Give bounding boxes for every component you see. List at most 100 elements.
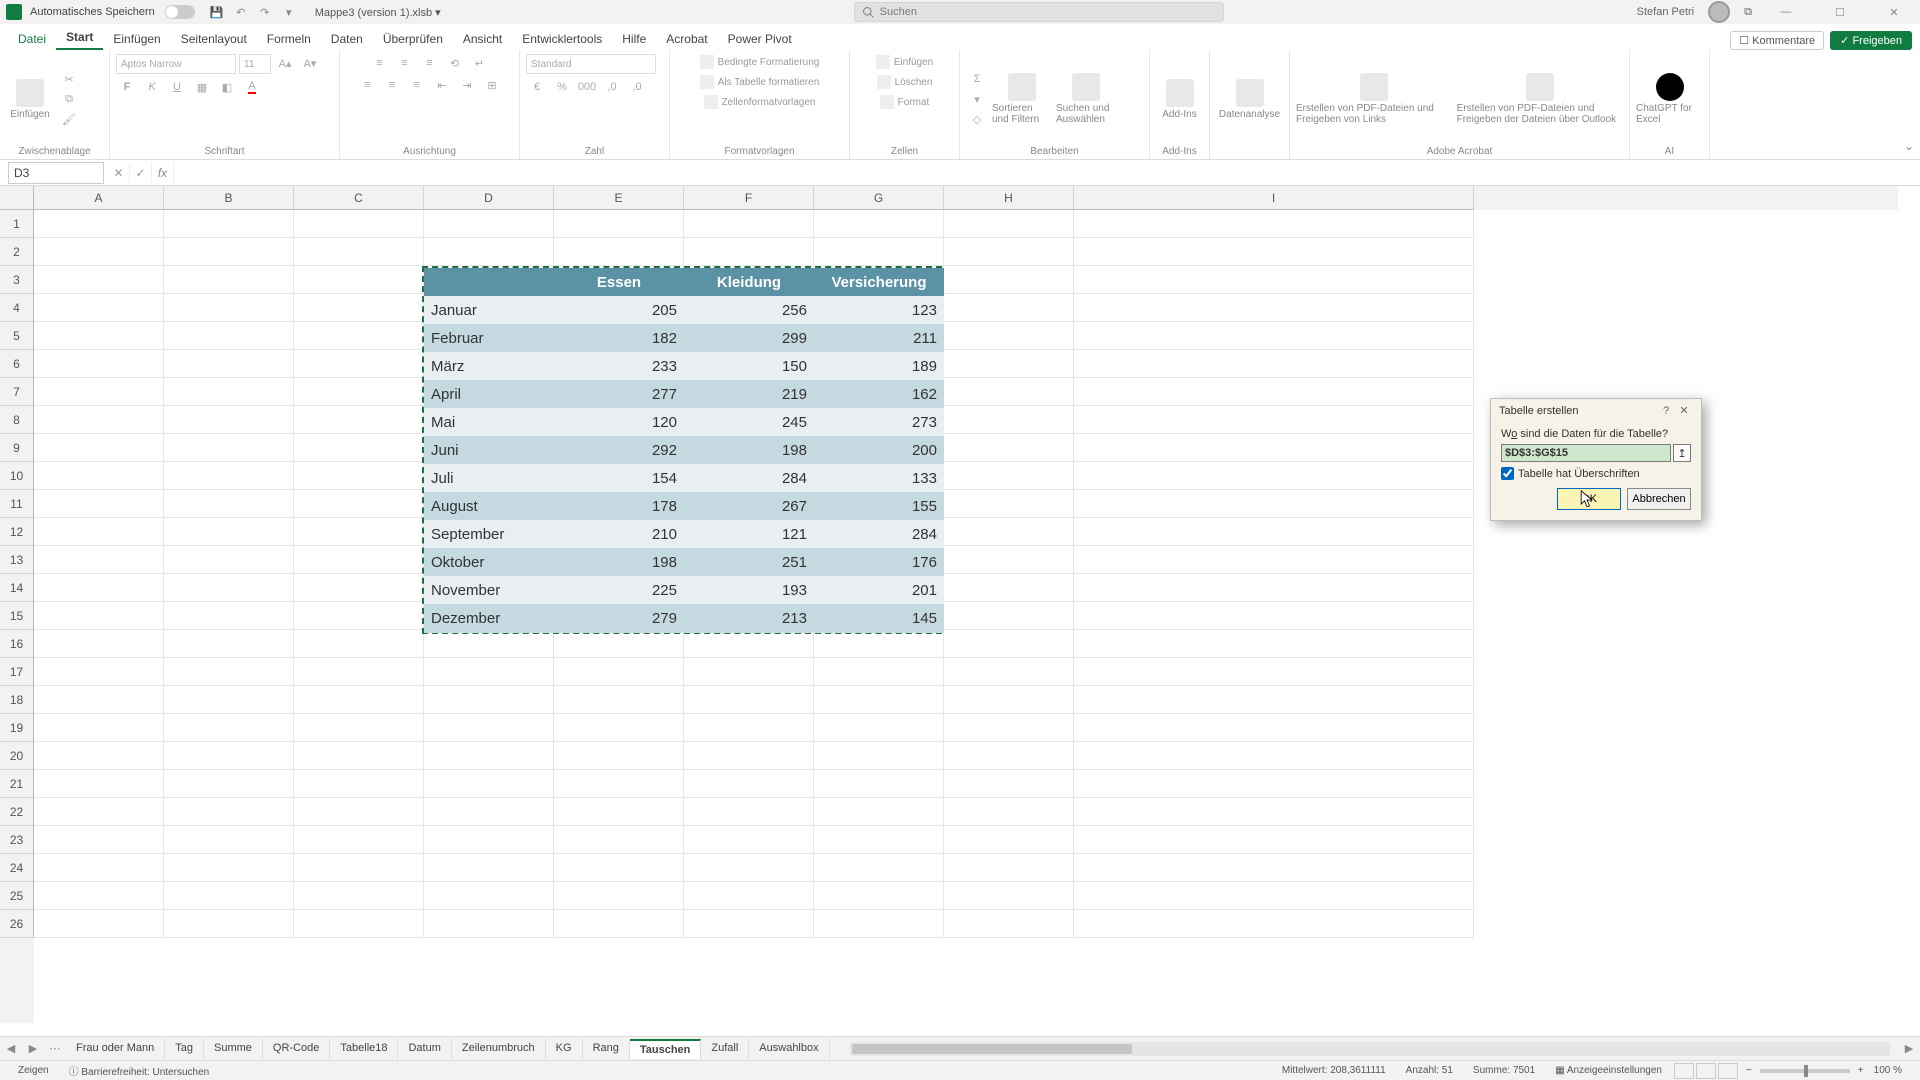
table-cell[interactable]: 178 xyxy=(554,492,684,521)
sort-filter-button[interactable]: Sortieren und Filtern xyxy=(992,73,1052,125)
table-cell[interactable]: September xyxy=(424,520,554,549)
zoom-out-icon[interactable]: − xyxy=(1746,1065,1752,1076)
format-cells[interactable]: Format xyxy=(876,94,934,110)
cells-grid[interactable]: EssenKleidungVersicherungJanuar205256123… xyxy=(34,210,1898,1023)
page-break-view-icon[interactable] xyxy=(1718,1063,1738,1079)
row-header[interactable]: 11 xyxy=(0,490,34,518)
col-header[interactable]: G xyxy=(814,186,944,210)
table-header-cell[interactable]: Kleidung xyxy=(684,268,814,297)
close-window-button[interactable]: ✕ xyxy=(1874,2,1914,22)
conditional-formatting[interactable]: Bedingte Formatierung xyxy=(696,54,824,70)
italic-icon[interactable]: K xyxy=(141,78,163,96)
sheet-nav-more-icon[interactable]: ⋯ xyxy=(44,1039,66,1059)
row-header[interactable]: 6 xyxy=(0,350,34,378)
table-cell[interactable]: 273 xyxy=(814,408,944,437)
col-header[interactable]: D xyxy=(424,186,554,210)
row-header[interactable]: 5 xyxy=(0,322,34,350)
align-bot-icon[interactable]: ≡ xyxy=(419,54,441,72)
headers-checkbox[interactable]: Tabelle hat Überschriften xyxy=(1501,467,1691,480)
col-header[interactable]: C xyxy=(294,186,424,210)
dialog-help-icon[interactable]: ? xyxy=(1657,405,1675,417)
collapse-ribbon-icon[interactable]: ⌄ xyxy=(1904,139,1914,153)
ribbon-tab-einfügen[interactable]: Einfügen xyxy=(103,28,170,50)
fill-color-icon[interactable]: ◧ xyxy=(216,78,238,96)
row-header[interactable]: 17 xyxy=(0,658,34,686)
paste-button[interactable]: Einfügen xyxy=(6,79,54,120)
format-painter-icon[interactable]: 🖌 xyxy=(58,110,80,128)
row-header[interactable]: 7 xyxy=(0,378,34,406)
wrap-text-icon[interactable]: ↵ xyxy=(469,54,491,72)
table-cell[interactable]: März xyxy=(424,352,554,381)
qat-more-icon[interactable]: ▾ xyxy=(281,4,297,20)
data-analysis-button[interactable]: Datenanalyse xyxy=(1216,79,1283,120)
col-header[interactable]: B xyxy=(164,186,294,210)
sheet-tab[interactable]: Tabelle18 xyxy=(330,1039,398,1059)
ribbon-tab-daten[interactable]: Daten xyxy=(321,28,373,50)
row-header[interactable]: 9 xyxy=(0,434,34,462)
ribbon-tab-entwicklertools[interactable]: Entwicklertools xyxy=(512,28,612,50)
col-header[interactable]: H xyxy=(944,186,1074,210)
zoom-slider[interactable] xyxy=(1760,1069,1850,1073)
accessibility-status[interactable]: ⓘ Barrierefreiheit: Untersuchen xyxy=(69,1063,210,1078)
table-cell[interactable]: 211 xyxy=(814,324,944,353)
headers-checkbox-input[interactable] xyxy=(1501,467,1514,480)
row-header[interactable]: 12 xyxy=(0,518,34,546)
col-header[interactable]: I xyxy=(1074,186,1474,210)
minimize-button[interactable]: — xyxy=(1766,2,1806,22)
table-cell[interactable]: 210 xyxy=(554,520,684,549)
table-cell[interactable]: 292 xyxy=(554,436,684,465)
ribbon-tab-acrobat[interactable]: Acrobat xyxy=(656,28,717,50)
sheet-tab[interactable]: Auswahlbox xyxy=(749,1039,829,1059)
redo-icon[interactable]: ↷ xyxy=(257,4,273,20)
ribbon-tab-seitenlayout[interactable]: Seitenlayout xyxy=(171,28,257,50)
orientation-icon[interactable]: ⟲ xyxy=(444,54,466,72)
table-cell[interactable]: 176 xyxy=(814,548,944,577)
bold-icon[interactable]: F xyxy=(116,78,138,96)
range-input[interactable]: $D$3:$G$15 xyxy=(1501,444,1671,462)
table-cell[interactable]: 155 xyxy=(814,492,944,521)
font-size-combo[interactable]: 11 xyxy=(239,54,271,74)
share-button[interactable]: ✓ Freigeben xyxy=(1830,31,1912,50)
ribbon-tab-power pivot[interactable]: Power Pivot xyxy=(718,28,802,50)
table-cell[interactable]: Juni xyxy=(424,436,554,465)
percent-icon[interactable]: % xyxy=(551,78,573,96)
sheet-tab[interactable]: QR-Code xyxy=(263,1039,330,1059)
table-cell[interactable]: 256 xyxy=(684,296,814,325)
ribbon-tab-formeln[interactable]: Formeln xyxy=(257,28,321,50)
row-header[interactable]: 10 xyxy=(0,462,34,490)
align-right-icon[interactable]: ≡ xyxy=(406,76,428,94)
border-icon[interactable]: ▦ xyxy=(191,78,213,96)
table-header-cell[interactable] xyxy=(424,268,554,297)
table-cell[interactable]: 284 xyxy=(684,464,814,493)
row-header[interactable]: 4 xyxy=(0,294,34,322)
table-cell[interactable]: 154 xyxy=(554,464,684,493)
delete-cells[interactable]: Löschen xyxy=(873,74,937,90)
ribbon-tab-start[interactable]: Start xyxy=(56,26,103,50)
cell-styles[interactable]: Zellenformatvorlagen xyxy=(700,94,820,110)
table-cell[interactable]: 182 xyxy=(554,324,684,353)
pdf-outlook-button[interactable]: Erstellen von PDF-Dateien und Freigeben … xyxy=(1457,73,1623,125)
row-header[interactable]: 19 xyxy=(0,714,34,742)
table-cell[interactable]: Januar xyxy=(424,296,554,325)
table-cell[interactable]: 198 xyxy=(684,436,814,465)
row-header[interactable]: 15 xyxy=(0,602,34,630)
table-cell[interactable]: 205 xyxy=(554,296,684,325)
scroll-right-icon[interactable]: ▶ xyxy=(1898,1039,1920,1059)
ribbon-tab-überprüfen[interactable]: Überprüfen xyxy=(373,28,453,50)
chatgpt-button[interactable]: ChatGPT for Excel xyxy=(1636,73,1703,125)
user-name[interactable]: Stefan Petri xyxy=(1637,6,1694,18)
sheet-tab[interactable]: Tag xyxy=(165,1039,204,1059)
sheet-tab[interactable]: Zufall xyxy=(701,1039,749,1059)
row-header[interactable]: 18 xyxy=(0,686,34,714)
indent-inc-icon[interactable]: ⇥ xyxy=(456,76,478,94)
table-cell[interactable]: 150 xyxy=(684,352,814,381)
save-icon[interactable]: 💾 xyxy=(209,4,225,20)
table-cell[interactable]: Dezember xyxy=(424,604,554,633)
table-cell[interactable]: 251 xyxy=(684,548,814,577)
cancel-fx-icon[interactable]: ✕ xyxy=(108,163,130,183)
fill-icon[interactable]: ▾ xyxy=(966,90,988,108)
indent-dec-icon[interactable]: ⇤ xyxy=(431,76,453,94)
format-as-table[interactable]: Als Tabelle formatieren xyxy=(696,74,824,90)
cut-icon[interactable]: ✂ xyxy=(58,70,80,88)
sheet-tab[interactable]: Rang xyxy=(583,1039,630,1059)
